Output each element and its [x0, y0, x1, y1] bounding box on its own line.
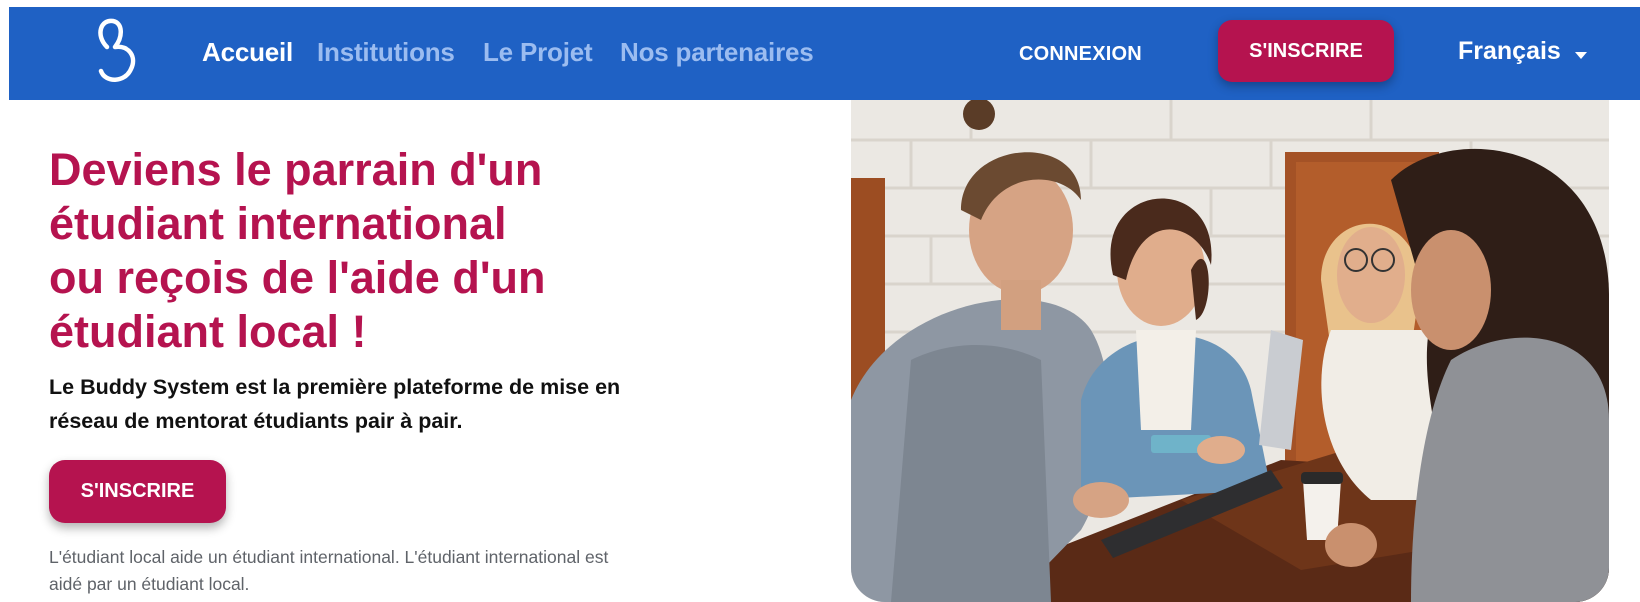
language-selected-label: Français: [1458, 37, 1561, 65]
caret-down-icon: [1574, 38, 1588, 67]
top-navbar: Accueil Institutions Le Projet Nos parte…: [9, 7, 1640, 100]
nav-link-institutions[interactable]: Institutions: [317, 37, 455, 68]
nav-link-le-projet[interactable]: Le Projet: [483, 37, 593, 68]
hero-note-line: L'étudiant local aide un étudiant intern…: [49, 547, 609, 567]
signup-button-hero-label: S'INSCRIRE: [80, 480, 195, 502]
hero-title-line: ou reçois de l'aide d'un: [49, 252, 546, 303]
nav-link-nos-partenaires[interactable]: Nos partenaires: [620, 37, 814, 68]
page-edge: [0, 0, 9, 602]
login-link[interactable]: CONNEXION: [1019, 43, 1142, 66]
nav-link-accueil[interactable]: Accueil: [202, 37, 293, 68]
hero-note-line: aidé par un étudiant local.: [49, 574, 250, 594]
hero-title-line: étudiant local !: [49, 306, 367, 357]
hero-photo: [851, 100, 1609, 602]
signup-button-hero[interactable]: S'INSCRIRE: [49, 460, 226, 523]
hero-photo-illustration: [851, 100, 1609, 602]
hero-subtitle-line: réseau de mentorat étudiants pair à pair…: [49, 409, 463, 433]
language-selector[interactable]: Français: [1458, 37, 1588, 67]
hero-title-line: Deviens le parrain d'un: [49, 144, 543, 195]
hero-subtitle-line: Le Buddy System est la première platefor…: [49, 375, 621, 399]
signup-button-navbar-label: S'INSCRIRE: [1249, 40, 1363, 62]
hero-title-line: étudiant international: [49, 198, 507, 249]
buddy-system-logo-icon[interactable]: [85, 17, 145, 87]
page: Accueil Institutions Le Projet Nos parte…: [0, 0, 1640, 602]
signup-button-navbar[interactable]: S'INSCRIRE: [1218, 20, 1394, 82]
hero-subtitle: Le Buddy System est la première platefor…: [49, 370, 689, 438]
hero-title: Deviens le parrain d'un étudiant interna…: [49, 143, 689, 359]
hero-note: L'étudiant local aide un étudiant intern…: [49, 544, 689, 598]
